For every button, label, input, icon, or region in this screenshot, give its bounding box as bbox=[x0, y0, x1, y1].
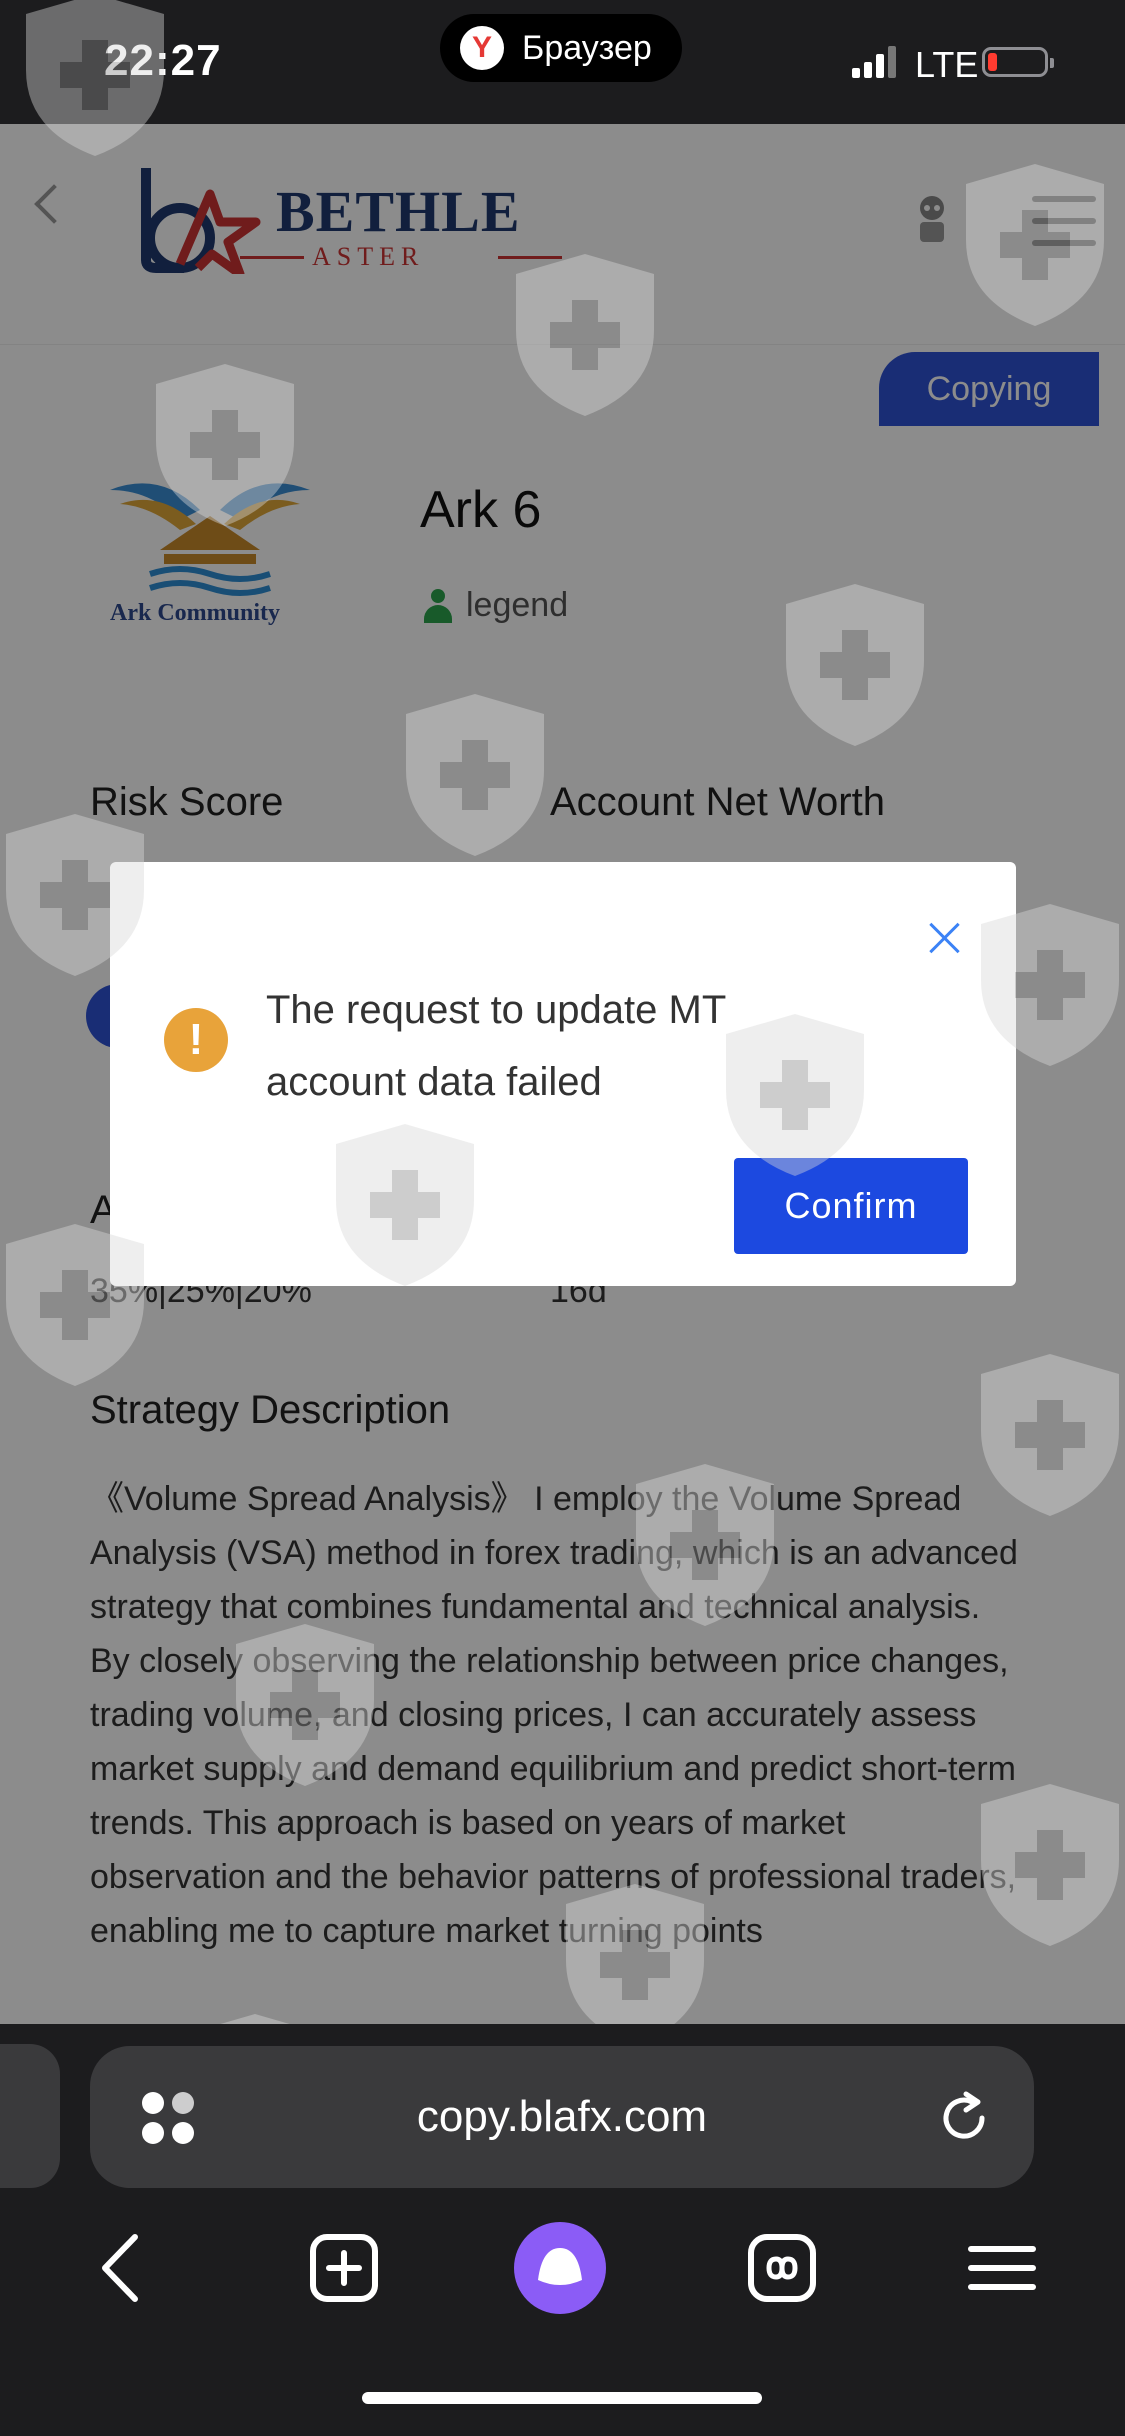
address-bar[interactable]: copy.blafx.com bbox=[90, 2046, 1034, 2188]
alice-assistant-icon[interactable] bbox=[512, 2220, 608, 2316]
new-tab-icon[interactable] bbox=[296, 2220, 392, 2316]
browser-toolbar: copy.blafx.com bbox=[0, 2024, 1125, 2436]
browser-name: Браузер bbox=[522, 28, 652, 67]
reload-icon[interactable] bbox=[936, 2088, 996, 2148]
signal-icon bbox=[852, 46, 898, 78]
browser-menu-icon[interactable] bbox=[954, 2220, 1050, 2316]
error-dialog: ! The request to update MT account data … bbox=[110, 862, 1016, 1286]
dialog-message: The request to update MT account data fa… bbox=[266, 988, 726, 1104]
loop-icon[interactable] bbox=[734, 2220, 830, 2316]
browser-name-pill[interactable]: Y Браузер bbox=[440, 14, 682, 82]
nav-back-icon[interactable] bbox=[74, 2220, 170, 2316]
confirm-button[interactable]: Confirm bbox=[734, 1158, 968, 1254]
battery-icon bbox=[982, 47, 1054, 77]
close-icon[interactable] bbox=[924, 918, 964, 958]
status-bar: 22:27 Y Браузер LTE bbox=[0, 0, 1125, 124]
status-time: 22:27 bbox=[104, 36, 222, 85]
browser-nav bbox=[0, 2220, 1125, 2316]
yandex-logo-icon: Y bbox=[460, 26, 504, 70]
home-indicator[interactable] bbox=[362, 2392, 762, 2404]
url-text[interactable]: copy.blafx.com bbox=[90, 2092, 1034, 2142]
network-label: LTE bbox=[915, 44, 979, 85]
previous-tab-stub[interactable] bbox=[0, 2044, 60, 2188]
warning-icon: ! bbox=[164, 1008, 228, 1072]
